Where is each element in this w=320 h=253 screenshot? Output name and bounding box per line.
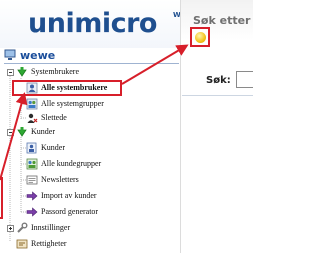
app-window: unimicro WEB Søk etter Søk: wewe bbox=[0, 0, 253, 253]
customer-icon bbox=[26, 142, 37, 154]
tree-item-rettigheter[interactable]: Rettigheter bbox=[16, 238, 136, 251]
tree-item-label: Newsletters bbox=[41, 175, 79, 184]
tree-item-label: Alle systemgrupper bbox=[41, 99, 104, 108]
highlighted-sun-button[interactable] bbox=[190, 27, 210, 47]
tree-item-innstillinger[interactable]: Innstillinger bbox=[16, 222, 136, 235]
sun-icon[interactable] bbox=[195, 32, 206, 43]
collapse-toggle[interactable] bbox=[7, 69, 14, 76]
users-icon bbox=[26, 82, 38, 94]
tree-item-systembrukere[interactable]: Systembrukere bbox=[16, 66, 136, 79]
rights-icon bbox=[16, 239, 28, 249]
search-input[interactable] bbox=[236, 71, 253, 88]
tree-item-label: Alle systembrukere bbox=[41, 83, 108, 92]
group-icon bbox=[26, 98, 38, 110]
tree-item-newsletters[interactable]: Newsletters bbox=[26, 174, 146, 187]
customer-group-icon bbox=[26, 158, 38, 170]
tree-item-import-av-kunder[interactable]: Import av kunder bbox=[26, 190, 146, 203]
tree-item-passord-generator[interactable]: Passord generator bbox=[26, 206, 146, 219]
password-generator-icon bbox=[26, 207, 38, 217]
tree-item-label: Kunder bbox=[41, 143, 65, 152]
tree-item-alle-systembrukere[interactable]: Alle systembrukere bbox=[26, 82, 121, 95]
tree-item-kunder[interactable]: Kunder bbox=[26, 142, 146, 155]
search-panel: Søk etter Søk: bbox=[180, 0, 253, 253]
tree-item-label: Import av kunder bbox=[41, 191, 97, 200]
tree-item-alle-systemgrupper[interactable]: Alle systemgrupper bbox=[26, 98, 146, 111]
tree-item-label: Rettigheter bbox=[31, 239, 67, 248]
tree-item-slettede[interactable]: Slettede bbox=[26, 112, 146, 125]
search-label: Søk: bbox=[206, 75, 231, 86]
newsletter-icon bbox=[26, 175, 38, 185]
tree-item-label: Kunder bbox=[31, 127, 55, 136]
tree-item-label: Alle kundegrupper bbox=[41, 159, 102, 168]
tree-item-label: Slettede bbox=[41, 113, 67, 122]
tree-item-alle-kundegrupper[interactable]: Alle kundegrupper bbox=[26, 158, 146, 171]
search-panel-title: Søk etter bbox=[193, 14, 251, 27]
expand-toggle[interactable] bbox=[7, 225, 14, 232]
tree-item-label: Innstillinger bbox=[31, 223, 71, 232]
folder-green-arrow-icon bbox=[17, 127, 27, 137]
tree-item-kunder-folder[interactable]: Kunder bbox=[16, 126, 136, 139]
divider bbox=[182, 95, 253, 96]
tree-item-label: Passord generator bbox=[41, 207, 99, 216]
collapse-toggle[interactable] bbox=[7, 129, 14, 136]
deleted-user-icon bbox=[27, 113, 38, 123]
wrench-icon bbox=[17, 222, 28, 233]
tree-item-label: Systembrukere bbox=[31, 67, 79, 76]
folder-green-arrow-icon bbox=[17, 67, 27, 77]
import-arrow-icon bbox=[26, 191, 38, 201]
